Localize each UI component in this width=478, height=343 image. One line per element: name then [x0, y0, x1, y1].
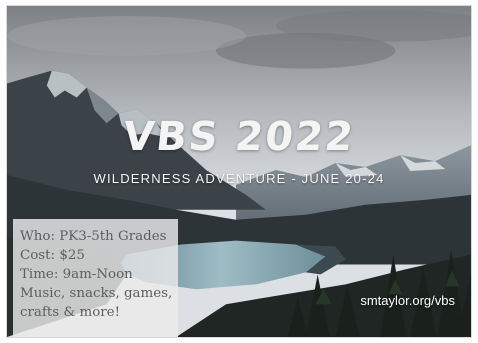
details-activities: Music, snacks, games,	[20, 286, 173, 301]
vbs-flyer: VBS 2022 WILDERNESS ADVENTURE - JUNE 20-…	[6, 5, 472, 338]
event-details-box: Who: PK3-5th Grades Cost: $25 Time: 9am-…	[13, 219, 178, 337]
event-title: VBS 2022	[120, 114, 358, 160]
website-link[interactable]: smtaylor.org/vbs	[360, 293, 455, 308]
details-activities-cont: crafts & more!	[20, 305, 120, 320]
details-time: Time: 9am-Noon	[20, 267, 133, 282]
event-subtitle: WILDERNESS ADVENTURE - JUNE 20-24	[93, 171, 385, 186]
details-who: Who: PK3-5th Grades	[20, 229, 167, 244]
details-cost: Cost: $25	[20, 248, 85, 263]
